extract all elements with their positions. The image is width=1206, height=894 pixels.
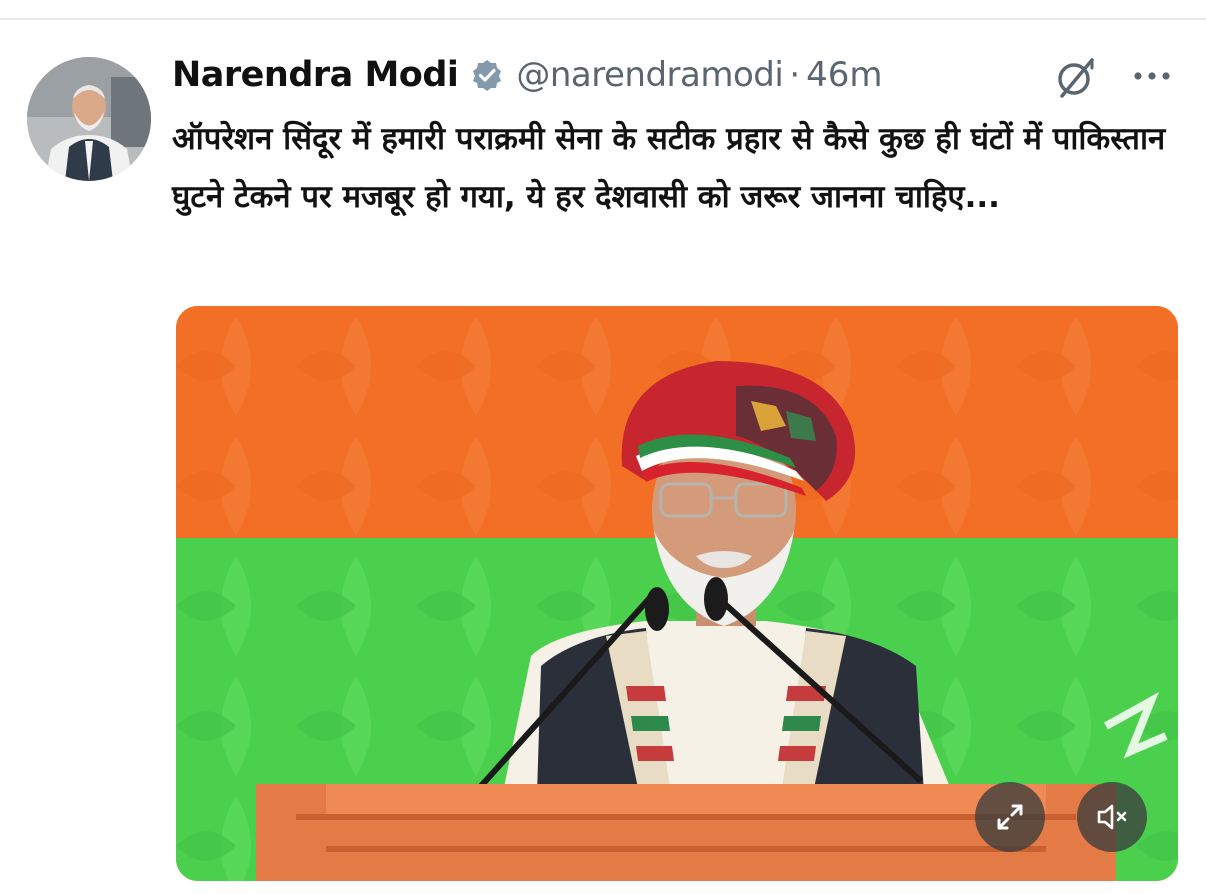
mute-video-button[interactable] [1077,782,1147,852]
expand-video-button[interactable] [975,782,1045,852]
top-divider [0,18,1206,20]
grok-icon[interactable] [1052,54,1100,100]
author-handle[interactable]: @narendramodi [516,55,783,95]
expand-icon [997,804,1023,830]
tweet-page: Narendra Modi @narendramodi · 46m ऑपरेशन… [0,0,1206,894]
author-name[interactable]: Narendra Modi [172,55,459,95]
tweet-header: Narendra Modi @narendramodi · 46m [172,50,883,100]
header-separator: · [789,55,801,95]
tweet-timestamp[interactable]: 46m [806,55,882,95]
more-options-icon[interactable] [1128,62,1176,90]
verified-badge-icon [470,58,504,92]
avatar-image [27,57,151,181]
mute-icon [1097,804,1127,830]
tweet-text: ऑपरेशन सिंदूर में हमारी पराक्रमी सेना के… [172,121,1166,215]
author-avatar[interactable] [27,57,151,181]
tweet-video[interactable] [176,306,1178,881]
